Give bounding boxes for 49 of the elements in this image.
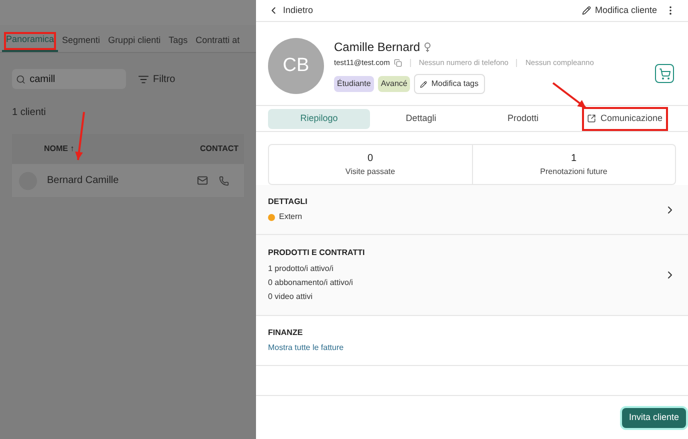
- section-line: 0 abbonamento/i attivo/i: [268, 276, 354, 288]
- search-icon: [16, 74, 26, 84]
- edit-tags-button[interactable]: Modifica tags: [414, 74, 484, 94]
- copy-icon: [394, 58, 402, 67]
- section[interactable]: DETTAGLI Extern: [256, 185, 688, 235]
- back-link[interactable]: Indietro: [268, 4, 314, 18]
- invoices-link[interactable]: Mostra tutte le fatture: [268, 342, 676, 354]
- section-title: PRODOTTI E CONTRATTI: [268, 246, 366, 258]
- tab[interactable]: Tags: [164, 30, 192, 52]
- client-name: Camille Bernard: [334, 39, 420, 56]
- table-cell-text: Bernard Camille: [47, 174, 120, 188]
- tag: Avancé: [378, 76, 410, 92]
- female-symbol-icon: [424, 42, 432, 52]
- column-header: CONTACT: [200, 143, 239, 155]
- filter-icon: [138, 74, 149, 84]
- section[interactable]: PRODOTTI E CONTRATTI 1 prodotto/i attivo/i 0 abbonamento/i attivo/i 0 video attivi: [256, 235, 688, 316]
- mail-icon: [197, 175, 208, 186]
- avatar: CB: [268, 38, 324, 94]
- client-count: 1 clienti: [11, 106, 47, 120]
- status-text: Extern: [279, 211, 302, 223]
- column-header: NOME ↑: [44, 143, 76, 155]
- phone-icon: [219, 176, 229, 186]
- pencil-icon: [582, 6, 591, 15]
- stat-label: Visite passate: [345, 166, 396, 178]
- cart-button[interactable]: [655, 64, 674, 83]
- tab[interactable]: Comunicazione: [584, 108, 666, 128]
- external-link-icon: [587, 114, 596, 123]
- section-title: DETTAGLI: [268, 196, 308, 208]
- section-line: 1 prodotto/i attivo/i: [268, 262, 334, 275]
- stat-value: 0: [367, 152, 374, 166]
- section-title: FINANZE: [268, 327, 304, 339]
- edit-client-button[interactable]: Modifica cliente: [582, 4, 657, 18]
- invite-client-button[interactable]: Invita cliente: [622, 408, 686, 428]
- search-field[interactable]: camill: [12, 69, 126, 89]
- filter-button[interactable]: Filtro: [138, 72, 176, 86]
- stat-value: 1: [570, 152, 577, 166]
- cart-icon: [658, 68, 670, 80]
- table-row[interactable]: Bernard Camille: [12, 164, 244, 197]
- tab[interactable]: Dettagli: [402, 108, 440, 128]
- tab[interactable]: Contratti at: [192, 30, 244, 52]
- pencil-icon: [420, 80, 428, 88]
- stat-label: Prenotazioni future: [540, 166, 608, 178]
- tab[interactable]: Prodotti: [504, 108, 542, 128]
- search-input[interactable]: camill: [30, 72, 122, 86]
- tab[interactable]: Riepilogo: [268, 108, 370, 128]
- tab[interactable]: Gruppi clienti: [104, 30, 165, 52]
- tab[interactable]: Segmenti: [58, 30, 104, 52]
- tag: Étudiante: [334, 76, 374, 92]
- section-line: 0 video attivi: [268, 290, 314, 302]
